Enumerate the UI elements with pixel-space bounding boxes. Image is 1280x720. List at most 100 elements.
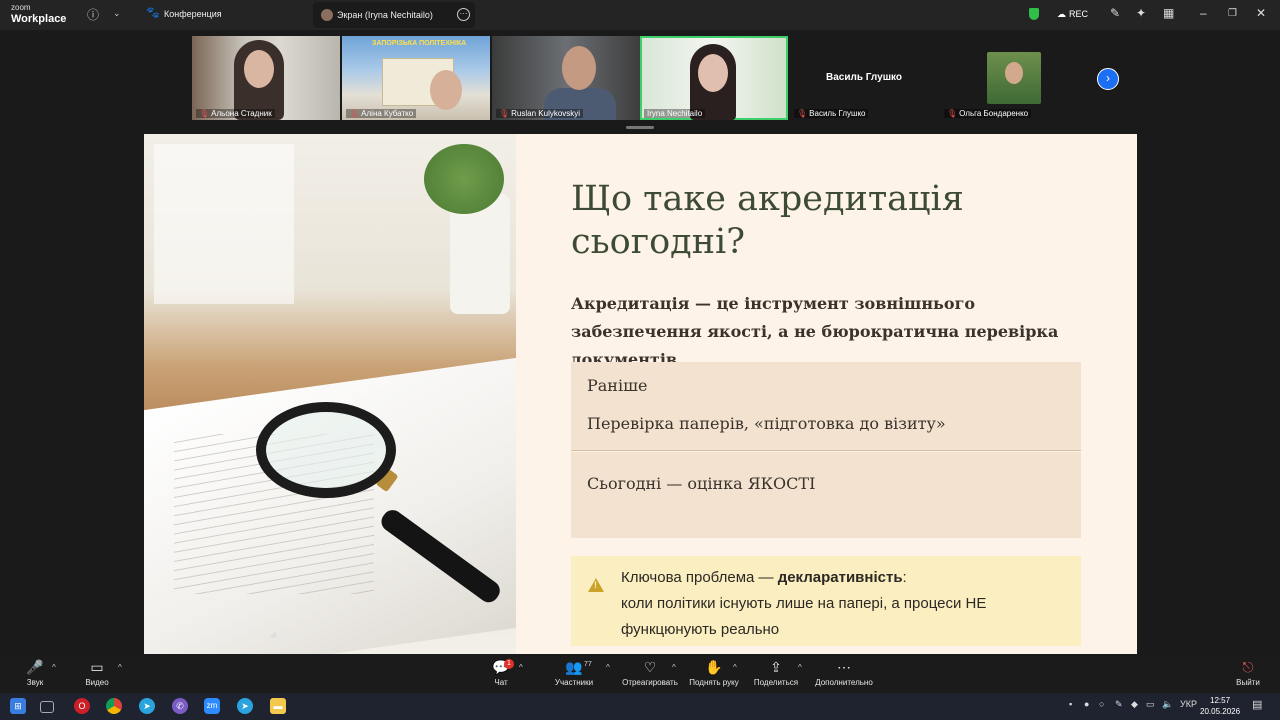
video-button[interactable]: ▭ Видео <box>82 659 112 687</box>
tray-network-icon[interactable]: ▭ <box>1146 699 1155 710</box>
react-label: Отреагировать <box>622 678 678 687</box>
zoom-taskbar-icon[interactable]: zm <box>204 698 220 714</box>
warning-icon <box>588 578 604 592</box>
warning-text: Ключова проблема — декларативність: коли… <box>621 565 1061 643</box>
participants-label: Участники <box>554 678 594 687</box>
system-clock[interactable]: 12:57 20.05.2026 <box>1200 695 1240 717</box>
rec-label: REC <box>1069 9 1089 19</box>
screen-tab-label: Экран (Iryna Nechitailo) <box>337 10 433 20</box>
audio-button[interactable]: 🎤 Звук <box>22 659 48 687</box>
participant-face <box>1005 62 1023 84</box>
tray-pen-icon[interactable]: ✎ <box>1115 699 1123 710</box>
leave-label: Выйти <box>1236 678 1260 687</box>
os-taskbar: ⊞ O ➤ ✆ zm ➤ ▬ ▪ ● ○ ✎ ◆ ▭ 🔈 УКР 12:57 2… <box>0 693 1280 720</box>
participant-name: 🎙 Альона Стадник <box>196 109 275 118</box>
participant-name: 🎙 Ольга Бондаренко <box>944 109 1032 118</box>
calendar-icon[interactable]: ▦ <box>1163 6 1174 20</box>
participant-tile-active-speaker[interactable]: Iryna Nechitailo <box>640 36 788 120</box>
share-button[interactable]: ⇪ Поделиться <box>752 659 800 687</box>
react-button[interactable]: ♡ Отреагировать <box>620 659 680 687</box>
participant-tile[interactable]: Василь Глушко 🎙 Василь Глушко <box>790 36 938 120</box>
language-indicator[interactable]: УКР <box>1180 699 1197 709</box>
warning-bold: декларативність <box>777 569 903 586</box>
start-icon[interactable]: ⊞ <box>10 698 26 714</box>
share-label: Поделиться <box>753 678 799 687</box>
leave-button[interactable]: ⎋ Выйти <box>1234 659 1262 687</box>
tray-app-icon[interactable]: ● <box>1084 699 1089 709</box>
clock-date: 20.05.2026 <box>1200 707 1241 716</box>
more-label: Дополнительно <box>815 678 873 687</box>
viber-icon[interactable]: ✆ <box>172 698 188 714</box>
share-options-caret[interactable]: ^ <box>798 663 802 672</box>
photo-plant <box>424 144 504 214</box>
avatar <box>321 9 333 21</box>
participants-count: 77 <box>584 661 592 668</box>
paw-icon: 🐾 <box>146 7 160 19</box>
notifications-icon[interactable]: ▤ <box>1252 698 1262 711</box>
close-icon[interactable]: ✕ <box>1256 6 1266 20</box>
chat-options-caret[interactable]: ^ <box>519 663 523 672</box>
warning-rest: коли політики існують лише на папері, а … <box>621 595 987 638</box>
participant-face <box>430 70 462 110</box>
participant-face <box>562 46 596 90</box>
participant-tile[interactable]: 🎙 Ruslan Kulykovskyi <box>492 36 640 120</box>
screen-share-tab[interactable]: Экран (Iryna Nechitailo) ⋯ <box>313 2 475 28</box>
raise-hand-label: Поднять руку <box>689 678 739 687</box>
participants-options-caret[interactable]: ^ <box>606 663 610 672</box>
before-heading: Раніше <box>587 376 648 395</box>
chrome-icon[interactable] <box>106 698 122 714</box>
telegram-icon[interactable]: ➤ <box>237 698 253 714</box>
more-button[interactable]: ⋯ Дополнительно <box>813 659 875 687</box>
more-options-icon[interactable]: ⋯ <box>457 8 470 21</box>
task-view-icon[interactable] <box>40 701 54 713</box>
participant-name-text: Ruslan Kulykovskyi <box>511 109 581 118</box>
telegram-icon[interactable]: ➤ <box>139 698 155 714</box>
info-icon[interactable]: ⓘ <box>87 6 99 23</box>
resize-handle[interactable] <box>626 126 654 129</box>
tray-opera-icon[interactable]: ○ <box>1099 699 1104 709</box>
warning-colon: : <box>902 569 907 586</box>
participant-name-text: Альона Стадник <box>211 109 272 118</box>
sparkle-icon[interactable]: ✦ <box>1136 6 1146 20</box>
audio-options-caret[interactable]: ^ <box>52 663 56 672</box>
more-icon: ⋯ <box>837 659 851 675</box>
raise-hand-options-caret[interactable]: ^ <box>733 663 737 672</box>
participant-strip: 🎙 Альона Стадник ЗАПОРІЗЬКА ПОЛІТЕХНІКА 🎙… <box>190 36 1125 122</box>
window-title-bar: zoom Workplace ⓘ ⌄ 🐾 Конференция Экран (… <box>0 0 1280 30</box>
recording-indicator[interactable]: ☁ REC <box>1057 9 1088 20</box>
participant-name-text: Iryna Nechitailo <box>647 109 703 118</box>
react-options-caret[interactable]: ^ <box>672 663 676 672</box>
participant-video-off-name: Василь Глушко <box>825 72 903 83</box>
restore-icon[interactable]: ❐ <box>1228 8 1237 19</box>
chevron-down-icon[interactable]: ⌄ <box>113 8 121 19</box>
leave-icon: ⎋ <box>1242 659 1254 675</box>
next-page-button[interactable]: › <box>1097 68 1119 90</box>
chat-label: Чат <box>494 678 508 687</box>
minimize-icon[interactable]: – <box>1200 6 1207 20</box>
participant-name: Iryna Nechitailo <box>644 109 706 118</box>
pencil-icon[interactable]: ✎ <box>1110 6 1120 20</box>
zoom-logo: zoom Workplace <box>11 3 66 25</box>
cloud-icon: ☁ <box>1057 9 1066 19</box>
tray-shield-icon[interactable]: ◆ <box>1131 699 1138 710</box>
shield-icon[interactable] <box>1029 8 1039 20</box>
participant-face <box>244 50 274 88</box>
mic-muted-icon: 🎙 <box>499 109 510 118</box>
opera-icon[interactable]: O <box>74 698 90 714</box>
mic-muted-icon: 🎤 <box>26 659 44 675</box>
tray-volume-icon[interactable]: 🔈 <box>1162 699 1173 710</box>
magnifier-lens <box>256 402 396 498</box>
participant-tile[interactable]: 🎙 Ольга Бондаренко <box>940 36 1088 120</box>
participant-tile[interactable]: ЗАПОРІЗЬКА ПОЛІТЕХНІКА 🎙 Аліна Кубатко <box>342 36 490 120</box>
participant-face <box>698 54 728 92</box>
file-explorer-icon[interactable]: ▬ <box>270 698 286 714</box>
chat-unread-badge: 1 <box>504 659 514 669</box>
participant-tile[interactable]: 🎙 Альона Стадник <box>192 36 340 120</box>
today-heading: Сьогодні — оцінка ЯКОСТІ <box>587 474 816 493</box>
clock-time: 12:57 <box>1210 696 1231 705</box>
meeting-label[interactable]: Конференция <box>164 9 222 19</box>
video-options-caret[interactable]: ^ <box>118 663 122 672</box>
participant-name: 🎙 Василь Глушко <box>794 109 869 118</box>
tray-zoom-icon[interactable]: ▪ <box>1069 699 1072 709</box>
slide-title: Що таке акредитація сьогодні? <box>571 179 964 262</box>
